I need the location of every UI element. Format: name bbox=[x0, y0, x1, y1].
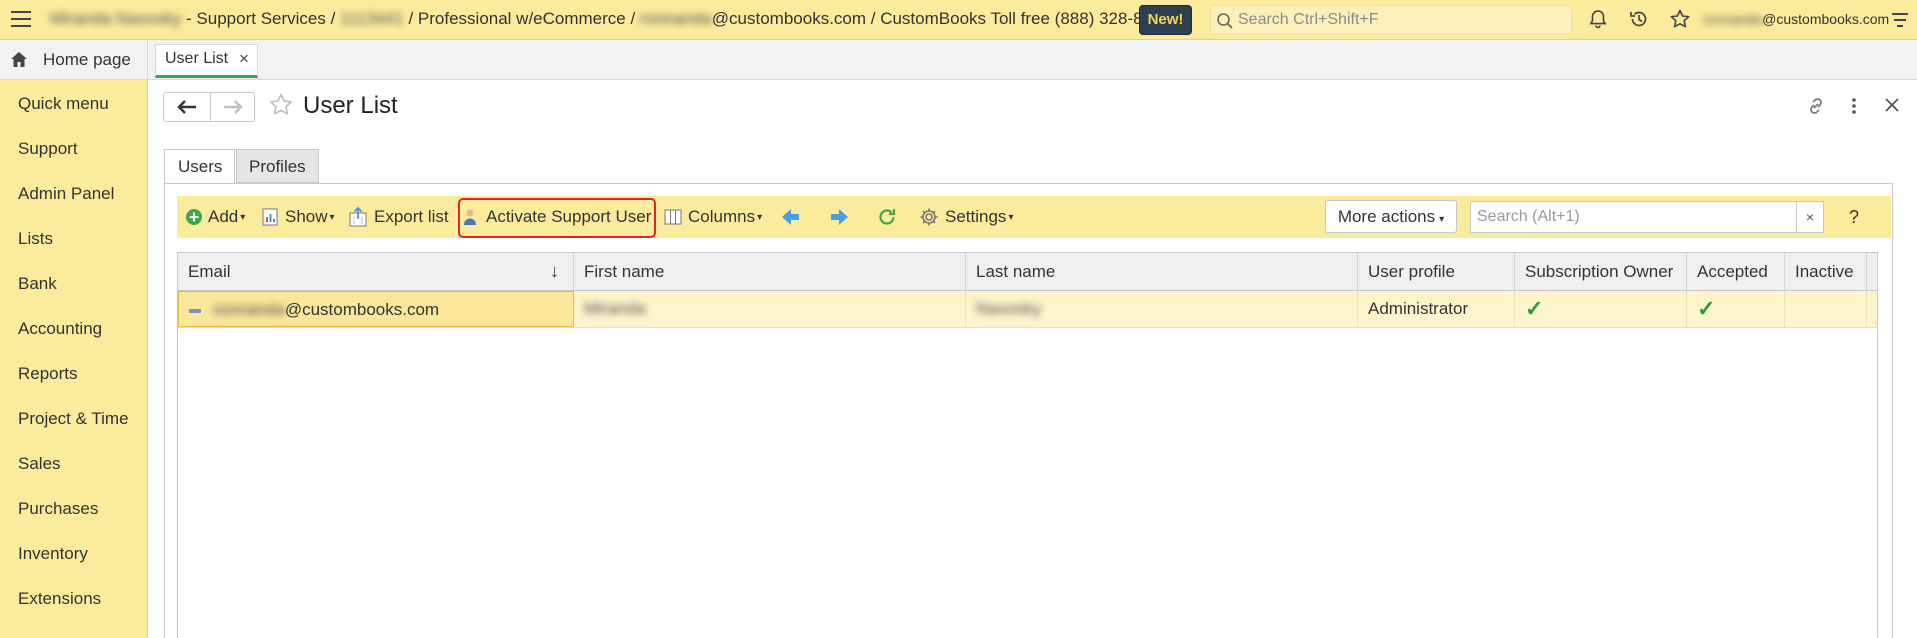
back-arrow-icon[interactable] bbox=[176, 99, 198, 115]
column-header-email[interactable]: Email ↓ bbox=[178, 253, 574, 290]
cell-subscription-owner[interactable]: ✓ bbox=[1515, 291, 1687, 327]
sort-desc-icon: ↓ bbox=[550, 261, 559, 281]
favorites-star-icon[interactable] bbox=[1669, 8, 1691, 30]
global-search-placeholder: Search Ctrl+Shift+F bbox=[1238, 11, 1379, 28]
column-header-subscription-owner[interactable]: Subscription Owner bbox=[1515, 253, 1687, 290]
column-header-overflow bbox=[1867, 253, 1877, 290]
home-icon bbox=[11, 52, 27, 67]
app-title: Miranda Naxosky - Support Services / 111… bbox=[50, 9, 1171, 28]
tab-profiles[interactable]: Profiles bbox=[236, 149, 319, 183]
sidebar-item-accounting[interactable]: Accounting bbox=[18, 319, 102, 339]
column-header-last-name[interactable]: Last name bbox=[966, 253, 1358, 290]
list-search-placeholder: Search (Alt+1) bbox=[1477, 208, 1580, 225]
sidebar-item-purchases[interactable]: Purchases bbox=[18, 499, 98, 519]
add-plus-circle-icon bbox=[186, 209, 202, 225]
sidebar-item-bank[interactable]: Bank bbox=[18, 274, 57, 294]
forward-arrow-icon[interactable] bbox=[222, 99, 244, 115]
settings-button[interactable]: Settings ▾ bbox=[919, 196, 1013, 238]
sidebar-item-lists[interactable]: Lists bbox=[18, 229, 53, 249]
show-button[interactable]: Show ▾ bbox=[262, 196, 335, 238]
close-form-icon[interactable] bbox=[1883, 96, 1901, 114]
tab-home-page[interactable]: Home page bbox=[0, 40, 148, 80]
current-user[interactable]: ronnanda@custombooks.com bbox=[1703, 11, 1889, 27]
sidebar-item-support[interactable]: Support bbox=[18, 139, 78, 159]
global-search-input[interactable]: Search Ctrl+Shift+F bbox=[1210, 5, 1572, 35]
history-nav bbox=[163, 92, 255, 122]
cell-accepted[interactable]: ✓ bbox=[1687, 291, 1785, 327]
sidebar-item-extensions[interactable]: Extensions bbox=[18, 589, 101, 609]
cell-email[interactable]: ronnanda@custombooks.com bbox=[178, 291, 574, 327]
move-left-arrow-icon[interactable] bbox=[781, 207, 801, 227]
window-tab-strip: Home page User List × bbox=[0, 40, 1917, 80]
sidebar-item-reports[interactable]: Reports bbox=[18, 364, 78, 384]
filter-menu-icon[interactable] bbox=[1890, 10, 1910, 30]
cell-user-profile[interactable]: Administrator bbox=[1358, 291, 1515, 327]
clear-search-button[interactable]: × bbox=[1796, 201, 1824, 233]
bell-icon[interactable] bbox=[1587, 8, 1609, 30]
column-header-first-name[interactable]: First name bbox=[574, 253, 966, 290]
cell-inactive[interactable] bbox=[1785, 291, 1867, 327]
table-header: Email ↓ First name Last name User profile… bbox=[178, 253, 1877, 291]
checkmark-icon: ✓ bbox=[1525, 296, 1544, 321]
add-button[interactable]: Add ▾ bbox=[185, 196, 245, 238]
column-header-inactive[interactable]: Inactive bbox=[1785, 253, 1867, 290]
account-number: 1113441 bbox=[340, 9, 404, 28]
row-marker-icon bbox=[189, 308, 201, 313]
table-row[interactable]: ronnanda@custombooks.com Miranda Naxosky… bbox=[178, 291, 1877, 328]
sidebar-item-quick-menu[interactable]: Quick menu bbox=[18, 94, 109, 114]
user-list-table: Email ↓ First name Last name User profile… bbox=[177, 252, 1878, 638]
cell-last-name[interactable]: Naxosky bbox=[966, 291, 1358, 327]
hamburger-menu-icon[interactable] bbox=[11, 11, 31, 29]
tab-users[interactable]: Users bbox=[164, 149, 235, 184]
new-badge[interactable]: New! bbox=[1139, 5, 1192, 35]
column-header-user-profile[interactable]: User profile bbox=[1358, 253, 1515, 290]
page-title: User List bbox=[303, 92, 398, 119]
more-vertical-icon[interactable] bbox=[1846, 96, 1862, 116]
sidebar: Quick menu Support Admin Panel Lists Ban… bbox=[0, 80, 148, 638]
refresh-icon[interactable] bbox=[877, 207, 897, 227]
move-right-arrow-icon[interactable] bbox=[829, 207, 849, 227]
company-name: Miranda Naxosky bbox=[50, 9, 182, 28]
help-button[interactable]: ? bbox=[1840, 203, 1868, 231]
sidebar-item-sales[interactable]: Sales bbox=[18, 454, 61, 474]
gear-icon bbox=[920, 208, 938, 226]
close-tab-icon[interactable]: × bbox=[239, 49, 249, 69]
sidebar-item-admin-panel[interactable]: Admin Panel bbox=[18, 184, 114, 204]
sidebar-item-inventory[interactable]: Inventory bbox=[18, 544, 88, 564]
link-icon[interactable] bbox=[1805, 96, 1827, 116]
tab-user-list[interactable]: User List × bbox=[155, 44, 258, 78]
columns-button[interactable]: Columns ▾ bbox=[664, 196, 762, 238]
export-list-button[interactable]: Export list bbox=[348, 196, 449, 238]
export-icon bbox=[349, 207, 367, 227]
add-favorite-star-icon[interactable] bbox=[268, 92, 294, 118]
history-icon[interactable] bbox=[1628, 8, 1650, 30]
report-chart-icon bbox=[262, 208, 278, 226]
admin-email-local: ronnanda bbox=[639, 9, 712, 28]
top-bar: Miranda Naxosky - Support Services / 111… bbox=[0, 0, 1917, 40]
more-actions-button[interactable]: More actions ▾ bbox=[1325, 200, 1457, 233]
list-search-input[interactable]: Search (Alt+1) bbox=[1470, 201, 1798, 233]
column-header-accepted[interactable]: Accepted bbox=[1687, 253, 1785, 290]
activate-support-user-highlight bbox=[458, 198, 656, 238]
checkmark-icon: ✓ bbox=[1697, 296, 1716, 321]
search-icon bbox=[1217, 13, 1233, 29]
sidebar-item-project-time[interactable]: Project & Time bbox=[18, 409, 129, 429]
columns-icon bbox=[664, 209, 682, 225]
cell-first-name[interactable]: Miranda bbox=[574, 291, 966, 327]
